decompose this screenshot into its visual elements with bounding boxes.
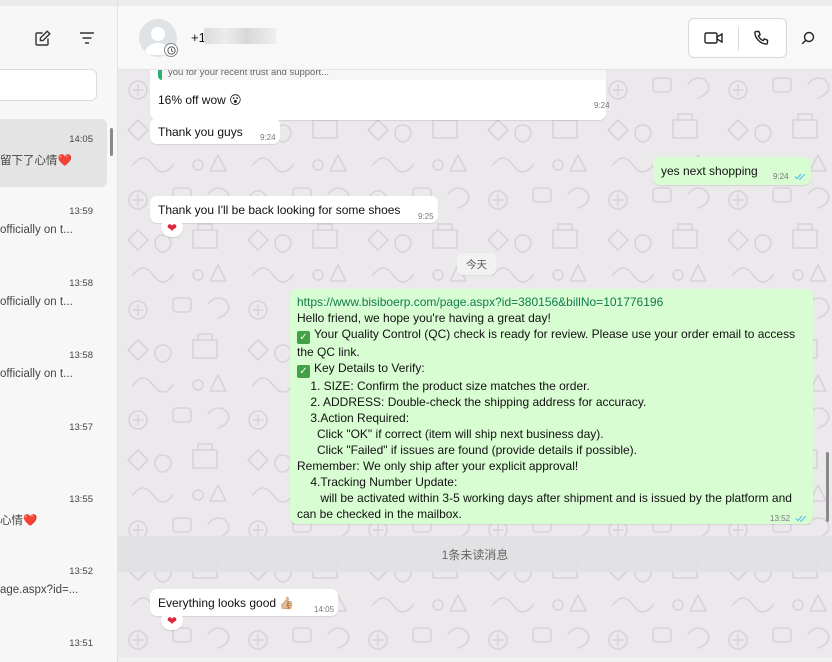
message-line: the QC link. [297, 345, 360, 359]
chat-list-item[interactable]: 13:58 officially on t... [0, 263, 107, 331]
message-link[interactable]: https://www.bisiboerp.com/page.aspx?id=3… [297, 294, 806, 310]
chat-list-item[interactable]: 13:57 [0, 407, 107, 475]
message-text: Thank you guys [158, 125, 243, 139]
chat-preview: 心情❤️ [0, 515, 38, 527]
message-text: 16% off wow 😮 [158, 93, 242, 107]
call-divider [738, 27, 739, 51]
message-bubble-outgoing-qc[interactable]: https://www.bisiboerp.com/page.aspx?id=3… [290, 289, 813, 524]
message-meta: 13:52 [770, 511, 807, 527]
check-mark-icon: ✓ [297, 365, 310, 378]
voice-call-button[interactable] [746, 23, 776, 53]
message-text: yes next shopping [661, 164, 758, 178]
message-line: Hello friend, we hope you're having a gr… [297, 311, 551, 325]
message-line: Click "Failed" if issues are found (prov… [297, 443, 637, 457]
phone-icon [754, 30, 769, 45]
chat-list-item[interactable]: 13:55 心情❤️ [0, 479, 107, 547]
chat-preview: officially on t... [0, 296, 73, 308]
chat-list-sidebar: 14:05 留下了心情❤️ 13:59 officially on t... 1… [0, 0, 118, 662]
message-line: Remember: We only ship after your explic… [297, 459, 579, 473]
chat-preview: 留下了心情❤️ [0, 155, 72, 167]
heart-reaction-icon[interactable]: ❤ [161, 218, 183, 237]
message-line: 2. ADDRESS: Double-check the shipping ad… [297, 395, 647, 409]
message-bubble-outgoing[interactable]: yes next shopping 9:24 [653, 157, 811, 185]
header-top-strip [118, 0, 832, 6]
message-time: 9:25 [418, 212, 434, 221]
chat-time: 13:59 [69, 206, 93, 217]
chat-preview: officially on t... [0, 224, 73, 236]
sidebar-scrollbar[interactable] [110, 128, 113, 156]
chat-list-item[interactable]: 13:52 age.aspx?id=... [0, 551, 107, 619]
chat-time: 13:58 [69, 350, 93, 361]
message-line-text: Key Details to Verify: [314, 361, 425, 375]
status-clock-icon [164, 43, 178, 57]
double-check-read-icon [794, 174, 805, 181]
message-time: 9:24 [260, 133, 276, 142]
message-text: Thank you I'll be back looking for some … [158, 203, 401, 217]
message-line: will be activated within 3-5 working day… [297, 491, 792, 505]
video-camera-icon [704, 32, 723, 44]
message-line: 4.Tracking Number Update: [297, 475, 458, 489]
message-text: Everything looks good 👍🏼 [158, 596, 295, 610]
conversation-panel: you for your recent trust and support...… [118, 70, 832, 662]
search-icon [801, 31, 815, 45]
chat-time: 13:55 [69, 494, 93, 505]
message-time: 9:24 [773, 172, 789, 181]
chat-preview: age.aspx?id=... [0, 584, 79, 596]
chat-header: +1 [118, 0, 832, 70]
message-line: Click "OK" if correct (item will ship ne… [297, 427, 604, 441]
search-chat-button[interactable] [793, 23, 823, 53]
message-line-text: Your Quality Control (QC) check is ready… [314, 327, 796, 341]
quoted-message-text: you for your recent trust and support... [168, 70, 330, 78]
heart-reaction-icon[interactable]: ❤ [161, 611, 183, 630]
search-box[interactable] [0, 69, 97, 101]
message-bubble-incoming[interactable]: Thank you guys 9:24 [150, 118, 280, 144]
chat-list-item[interactable]: 14:05 留下了心情❤️ [0, 119, 107, 187]
chat-time: 13:52 [69, 566, 93, 577]
message-bubble-incoming[interactable]: Thank you I'll be back looking for some … [150, 196, 438, 223]
message-meta: 9:24 [773, 169, 806, 185]
redacted-name-blur [204, 28, 276, 44]
filter-icon[interactable] [76, 27, 98, 49]
composer-edge [118, 657, 832, 662]
new-chat-icon[interactable] [32, 27, 54, 49]
message-line: ✓ Key Details to Verify: [297, 360, 806, 378]
chat-preview: officially on t... [0, 368, 73, 380]
quoted-message[interactable]: you for your recent trust and support... [158, 70, 606, 80]
chat-time: 14:05 [69, 134, 93, 145]
call-button-group [688, 18, 787, 58]
message-time: 9:24 [594, 101, 610, 110]
message-line: 1. SIZE: Confirm the product size matche… [297, 379, 590, 393]
chat-time: 13:58 [69, 278, 93, 289]
message-line: ✓ Your Quality Control (QC) check is read… [297, 326, 806, 344]
day-divider: 今天 [457, 253, 496, 275]
message-line: 3.Action Required: [297, 411, 410, 425]
chat-time: 13:51 [69, 638, 93, 649]
chat-time: 13:57 [69, 422, 93, 433]
message-line: can be checked in the mailbox. [297, 507, 462, 521]
check-mark-icon: ✓ [297, 331, 310, 344]
sidebar-top-strip [0, 0, 117, 6]
search-input[interactable] [0, 70, 96, 100]
conversation-scrollbar[interactable] [826, 452, 829, 522]
video-call-button[interactable] [699, 23, 729, 53]
double-check-read-icon [795, 516, 807, 523]
unread-messages-divider: 1条未读消息 [118, 536, 832, 572]
message-time: 13:52 [770, 514, 791, 523]
chat-list-item[interactable]: 13:59 officially on t... [0, 191, 107, 259]
message-time: 14:05 [314, 605, 335, 614]
chat-list-item[interactable]: 13:58 officially on t... [0, 335, 107, 403]
chat-list-item[interactable]: 13:51 [0, 623, 107, 662]
